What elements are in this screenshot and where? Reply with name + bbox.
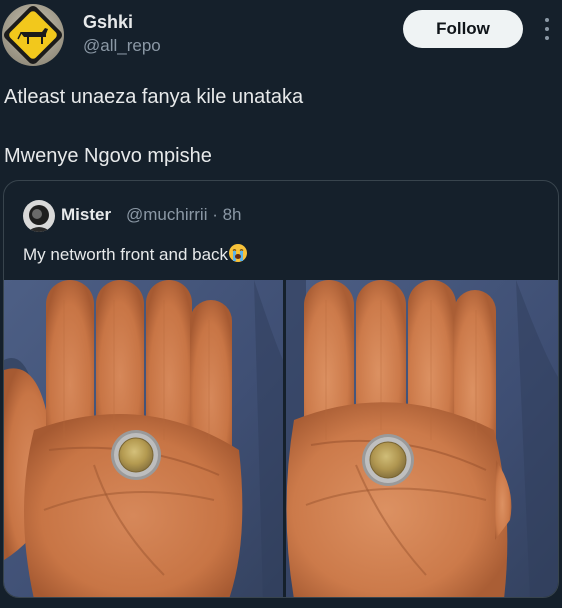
more-options-icon[interactable] bbox=[537, 14, 557, 44]
cow-crossing-sign-icon bbox=[2, 4, 64, 66]
follow-button[interactable]: Follow bbox=[403, 10, 523, 48]
palm-with-coin-image bbox=[286, 280, 558, 597]
palm-with-coin-image bbox=[4, 280, 283, 597]
tweet-text-line: Mwenye Ngovo mpishe bbox=[4, 145, 212, 167]
photo-palm-coin-back[interactable] bbox=[286, 280, 558, 597]
quote-author-handle[interactable]: @muchirrii · 8h bbox=[126, 205, 242, 225]
author-handle[interactable]: @all_repo bbox=[83, 36, 161, 56]
photo-palm-coin-front[interactable] bbox=[4, 280, 283, 597]
person-silhouette-icon bbox=[23, 200, 55, 232]
loudly-crying-face-icon bbox=[229, 244, 248, 262]
quote-author-avatar[interactable] bbox=[23, 200, 55, 232]
author-name[interactable]: Gshki bbox=[83, 12, 133, 33]
quote-text: My networth front and back bbox=[23, 243, 248, 265]
quote-text-content: My networth front and back bbox=[23, 245, 229, 264]
quoted-tweet[interactable]: Mister @muchirrii · 8h My networth front… bbox=[3, 180, 559, 598]
author-avatar[interactable] bbox=[2, 4, 64, 66]
tweet-text-line: Atleast unaeza fanya kile unataka bbox=[4, 86, 304, 108]
quote-author-name[interactable]: Mister bbox=[61, 205, 111, 225]
tweet: Gshki @all_repo Follow Atleast unaeza fa… bbox=[0, 0, 562, 608]
